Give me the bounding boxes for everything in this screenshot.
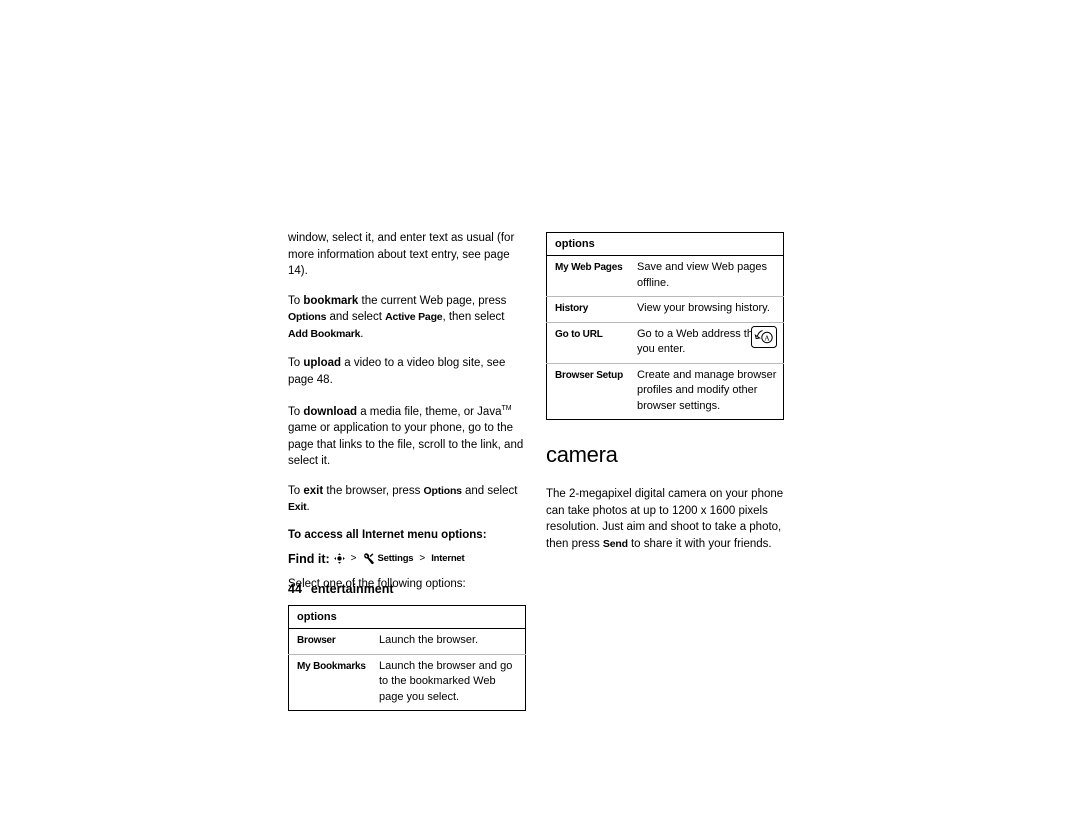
table-header-label: options: [546, 232, 784, 256]
paragraph-text-entry: window, select it, and enter text as usu…: [288, 232, 515, 277]
table-row: Browser Launch the browser.: [288, 628, 526, 655]
table-row: My Bookmarks Launch the browser and go t…: [289, 654, 526, 711]
table-row: My Web Pages Save and view Web pages off…: [546, 255, 784, 297]
find-it-path: Find it: > Settings > Internet: [288, 552, 526, 566]
manual-page: window, select it, and enter text as usu…: [0, 0, 1080, 834]
right-options-table: options My Web Pages Save and view Web p…: [546, 232, 784, 420]
table-row: Go to URL Go to a Web address that you e…: [546, 322, 784, 364]
option-key: Go to URL: [546, 322, 629, 364]
path-separator-2: >: [419, 553, 426, 565]
internet-menu-label: Internet: [431, 553, 465, 565]
path-separator-1: >: [350, 553, 357, 565]
page-number: 44: [288, 582, 302, 596]
table-row: History View your browsing history.: [546, 296, 784, 323]
chapter-title-camera: camera: [546, 442, 618, 467]
option-value: Launch the browser.: [371, 628, 526, 655]
option-value: View your browsing history.: [629, 296, 784, 323]
option-value: Launch the browser and go to the bookmar…: [379, 659, 513, 703]
right-column: options My Web Pages Save and view Web p…: [546, 230, 784, 552]
url-entry-icon: A: [751, 325, 777, 348]
left-column: window, select it, and enter text as usu…: [288, 230, 526, 712]
option-value: Create and manage browser profiles and m…: [637, 368, 777, 412]
section-name: entertainment: [310, 582, 394, 596]
table-header-label: options: [288, 605, 526, 630]
paragraph-camera: The 2-megapixel digital camera on your p…: [546, 488, 784, 550]
paragraph-download: To download a media file, theme, or Java…: [288, 405, 524, 468]
option-key: My Bookmarks: [297, 660, 366, 672]
option-key: Browser: [288, 628, 371, 655]
option-value-text: Go to a Web address that you enter.: [637, 327, 763, 356]
svg-text:A: A: [764, 333, 770, 342]
table-header-row: options: [546, 232, 784, 256]
option-key: Browser Setup: [555, 369, 623, 381]
tools-icon: [363, 553, 374, 565]
paragraph-bookmark: To bookmark the current Web page, press …: [288, 294, 507, 340]
left-options-table: options Browser Launch the browser. My B…: [288, 605, 526, 712]
paragraph-exit: To exit the browser, press Options and s…: [288, 484, 518, 514]
find-it-label: Find it:: [288, 551, 330, 566]
table-header-row: options: [288, 605, 526, 630]
option-value: Go to a Web address that you enter. A: [629, 322, 784, 364]
option-key: My Web Pages: [546, 255, 629, 297]
settings-menu-label: Settings: [377, 553, 414, 565]
paragraph-upload: To upload a video to a video blog site, …: [288, 357, 506, 386]
page-footer: 44 entertainment: [288, 582, 394, 596]
joystick-icon: [333, 553, 345, 565]
option-key: History: [546, 296, 629, 323]
access-menu-heading: To access all Internet menu options:: [288, 528, 487, 541]
option-value: Save and view Web pages offline.: [629, 255, 784, 297]
table-row: Browser Setup Create and manage browser …: [547, 363, 784, 420]
